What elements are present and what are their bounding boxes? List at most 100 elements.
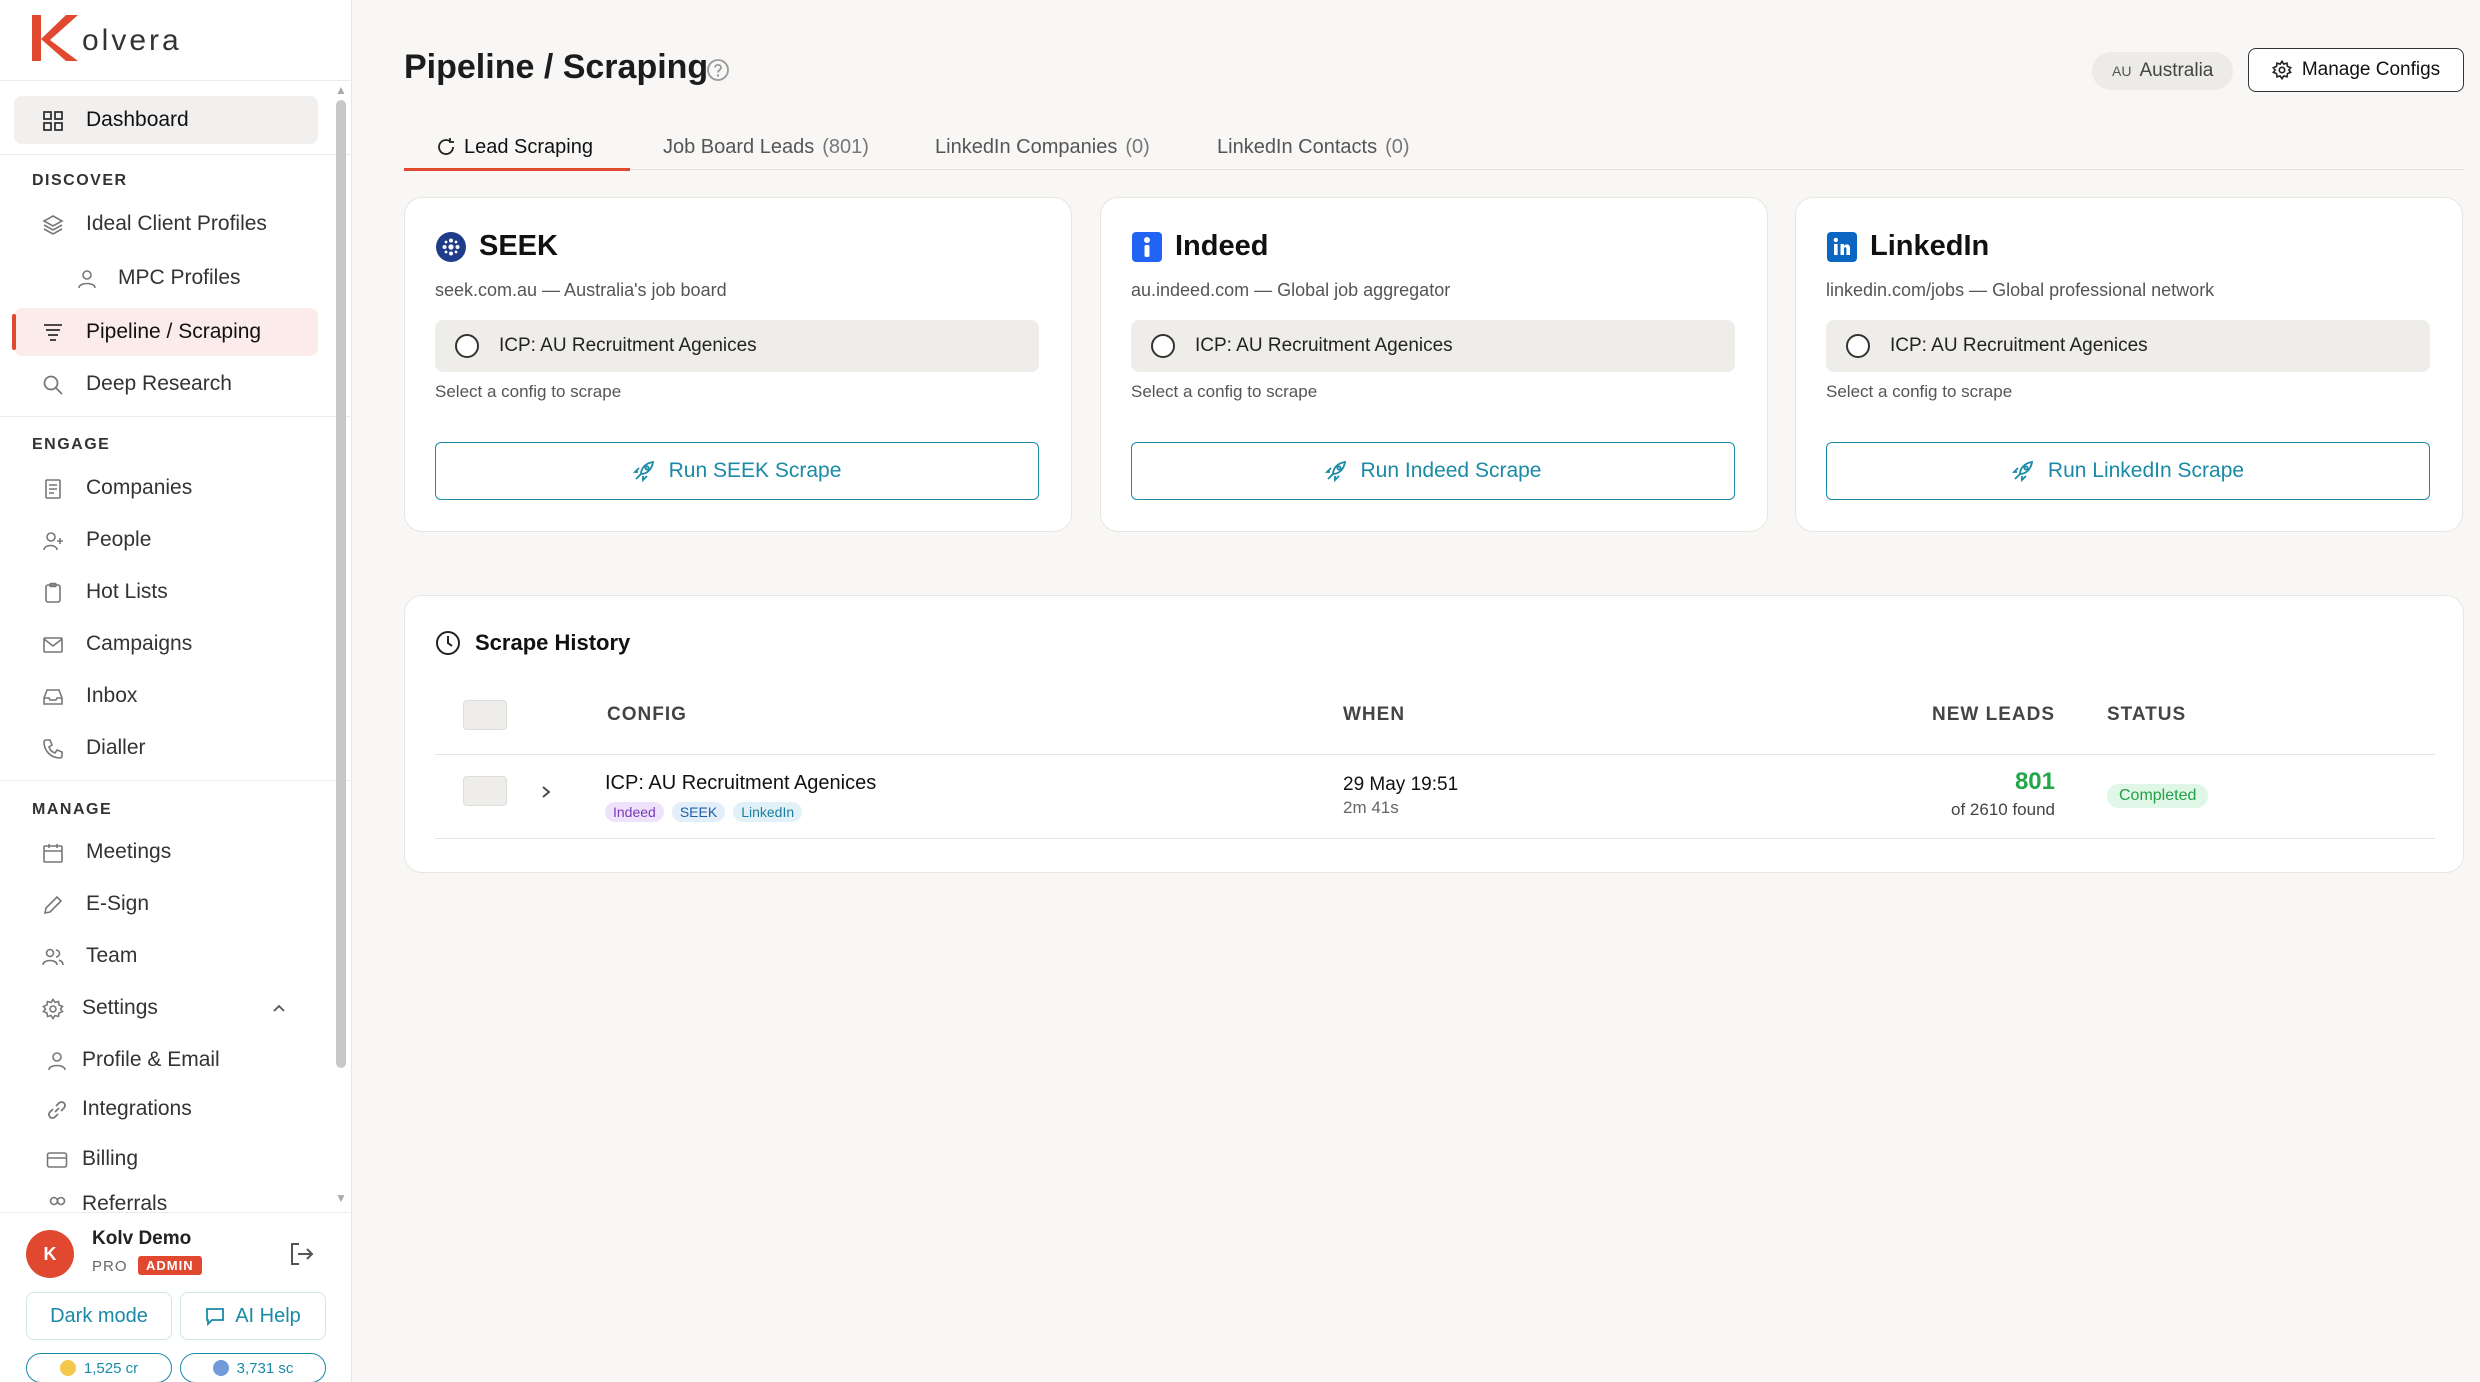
sidebar-item-ideal-client-profiles[interactable]: Ideal Client Profiles [14, 200, 318, 248]
config-hint: Select a config to scrape [1131, 382, 1318, 401]
scroll-down-arrow[interactable]: ▼ [335, 1192, 347, 1204]
chevron-right-icon[interactable] [539, 784, 553, 800]
source-subtitle: seek.com.au — Australia's job board [435, 280, 727, 300]
scrape-history-card: Scrape History CONFIG WHEN NEW LEADS STA… [404, 595, 2464, 873]
ai-help-button[interactable]: AI Help [180, 1292, 326, 1340]
sidebar-item-team[interactable]: Team [14, 932, 318, 980]
row-source-chips: Indeed SEEK LinkedIn [605, 802, 803, 822]
config-label: ICP: AU Recruitment Agenices [1890, 335, 2148, 356]
logout-icon[interactable] [288, 1240, 316, 1268]
column-header-config[interactable]: CONFIG [607, 704, 687, 726]
tabs-divider [404, 169, 2464, 170]
rocket-icon [2011, 460, 2033, 482]
tab-count: (0) [1125, 135, 1150, 158]
divider [0, 154, 352, 155]
chip-linkedin: LinkedIn [733, 802, 803, 822]
tab-linkedin-contacts[interactable]: LinkedIn Contacts (0) [1217, 124, 1410, 170]
section-engage: ENGAGE [32, 436, 111, 453]
sidebar-item-companies[interactable]: Companies [14, 464, 318, 512]
run-indeed-scrape-button[interactable]: Run Indeed Scrape [1131, 442, 1735, 500]
column-header-when[interactable]: WHEN [1343, 704, 1405, 726]
avatar[interactable]: K [26, 1230, 74, 1278]
source-header: Indeed [1131, 230, 1268, 263]
sidebar-item-dashboard[interactable]: Dashboard [14, 96, 318, 144]
sidebar-item-referrals[interactable]: Referrals [14, 1180, 318, 1214]
sidebar-item-profile-email[interactable]: Profile & Email [14, 1036, 318, 1084]
source-name: Indeed [1175, 230, 1269, 262]
chip-seek: SEEK [671, 802, 726, 822]
credits-sc-badge[interactable]: 3,731 sc [180, 1353, 326, 1382]
source-name: SEEK [479, 230, 558, 262]
phone-icon [43, 739, 63, 759]
source-header: LinkedIn [1826, 230, 1989, 263]
run-seek-scrape-button[interactable]: Run SEEK Scrape [435, 442, 1039, 500]
run-button-label: Run LinkedIn Scrape [2047, 459, 2245, 482]
chevron-up-icon[interactable] [272, 1002, 286, 1014]
sidebar-item-label: Ideal Client Profiles [86, 212, 267, 235]
refresh-icon [438, 138, 454, 155]
team-icon [42, 948, 64, 966]
run-linkedin-scrape-button[interactable]: Run LinkedIn Scrape [1826, 442, 2430, 500]
select-all-checkbox[interactable] [463, 700, 507, 730]
scroll-up-arrow[interactable]: ▲ [335, 84, 347, 96]
sidebar-item-campaigns[interactable]: Campaigns [14, 620, 318, 668]
table-header-divider [435, 754, 2435, 755]
person-icon [48, 1052, 66, 1071]
sidebar-item-label: Dialler [86, 736, 146, 759]
sidebar-item-settings[interactable]: Settings [14, 984, 318, 1032]
row-checkbox[interactable] [463, 776, 507, 806]
tab-count: (0) [1385, 135, 1410, 158]
column-header-new-leads[interactable]: NEW LEADS [1932, 704, 2055, 726]
clock-icon [436, 631, 460, 655]
config-option[interactable]: ICP: AU Recruitment Agenices [1826, 320, 2430, 372]
manage-configs-button[interactable]: Manage Configs [2248, 48, 2464, 92]
scrape-history-title: Scrape History [475, 630, 631, 655]
sidebar-item-billing[interactable]: Billing [14, 1135, 318, 1183]
config-option[interactable]: ICP: AU Recruitment Agenices [1131, 320, 1735, 372]
app-logo[interactable]: olvera [30, 10, 182, 66]
row-new-leads: 801 [2014, 768, 2055, 795]
radio-button[interactable] [455, 334, 479, 358]
sidebar: olvera Dashboard DISCOVER Ideal Client P… [0, 0, 352, 1382]
sidebar-item-label: Team [86, 944, 138, 967]
source-name: LinkedIn [1870, 230, 1990, 262]
config-hint: Select a config to scrape [1826, 382, 2013, 401]
help-icon[interactable] [706, 58, 730, 82]
tab-job-board-leads[interactable]: Job Board Leads (801) [663, 124, 869, 170]
radio-button[interactable] [1151, 334, 1175, 358]
sidebar-item-label: Companies [86, 476, 193, 499]
seek-source-card: SEEK seek.com.au — Australia's job board… [404, 197, 1072, 532]
sidebar-item-integrations[interactable]: Integrations [14, 1085, 318, 1133]
sidebar-item-pipeline-scraping[interactable]: Pipeline / Scraping [12, 308, 318, 356]
sidebar-item-deep-research[interactable]: Deep Research [14, 360, 318, 408]
column-header-status[interactable]: STATUS [2107, 704, 2186, 726]
sidebar-item-mpc-profiles[interactable]: MPC Profiles [14, 254, 318, 302]
credits-cr-badge[interactable]: 1,525 cr [26, 1353, 172, 1382]
sidebar-scrollbar[interactable] [336, 100, 346, 1068]
tab-linkedin-companies[interactable]: LinkedIn Companies (0) [935, 124, 1150, 170]
linkedin-source-card: LinkedIn linkedin.com/jobs — Global prof… [1795, 197, 2463, 532]
config-option[interactable]: ICP: AU Recruitment Agenices [435, 320, 1039, 372]
country-selector[interactable]: AU Australia [2092, 52, 2234, 90]
sidebar-item-dialler[interactable]: Dialler [14, 724, 318, 772]
sidebar-item-e-sign[interactable]: E-Sign [14, 880, 318, 928]
radio-button[interactable] [1846, 334, 1870, 358]
user-plan: PRO [92, 1258, 128, 1275]
referrals-icon [49, 1196, 66, 1206]
sidebar-item-hot-lists[interactable]: Hot Lists [14, 568, 318, 616]
sidebar-item-inbox[interactable]: Inbox [14, 672, 318, 720]
divider [0, 80, 352, 81]
link-icon [48, 1101, 66, 1119]
person-icon [78, 270, 96, 289]
sidebar-item-label: Billing [82, 1147, 139, 1170]
run-button-label: Run SEEK Scrape [668, 459, 842, 482]
tab-label: LinkedIn Contacts [1217, 135, 1378, 158]
indeed-logo-icon [1132, 231, 1162, 262]
sidebar-item-people[interactable]: People [14, 516, 318, 564]
tab-count: (801) [822, 135, 869, 158]
ai-help-label: AI Help [235, 1304, 301, 1327]
sidebar-item-meetings[interactable]: Meetings [14, 828, 318, 876]
tab-lead-scraping[interactable]: Lead Scraping [436, 124, 593, 170]
sidebar-item-label: Dashboard [86, 108, 189, 131]
dark-mode-button[interactable]: Dark mode [26, 1292, 172, 1340]
